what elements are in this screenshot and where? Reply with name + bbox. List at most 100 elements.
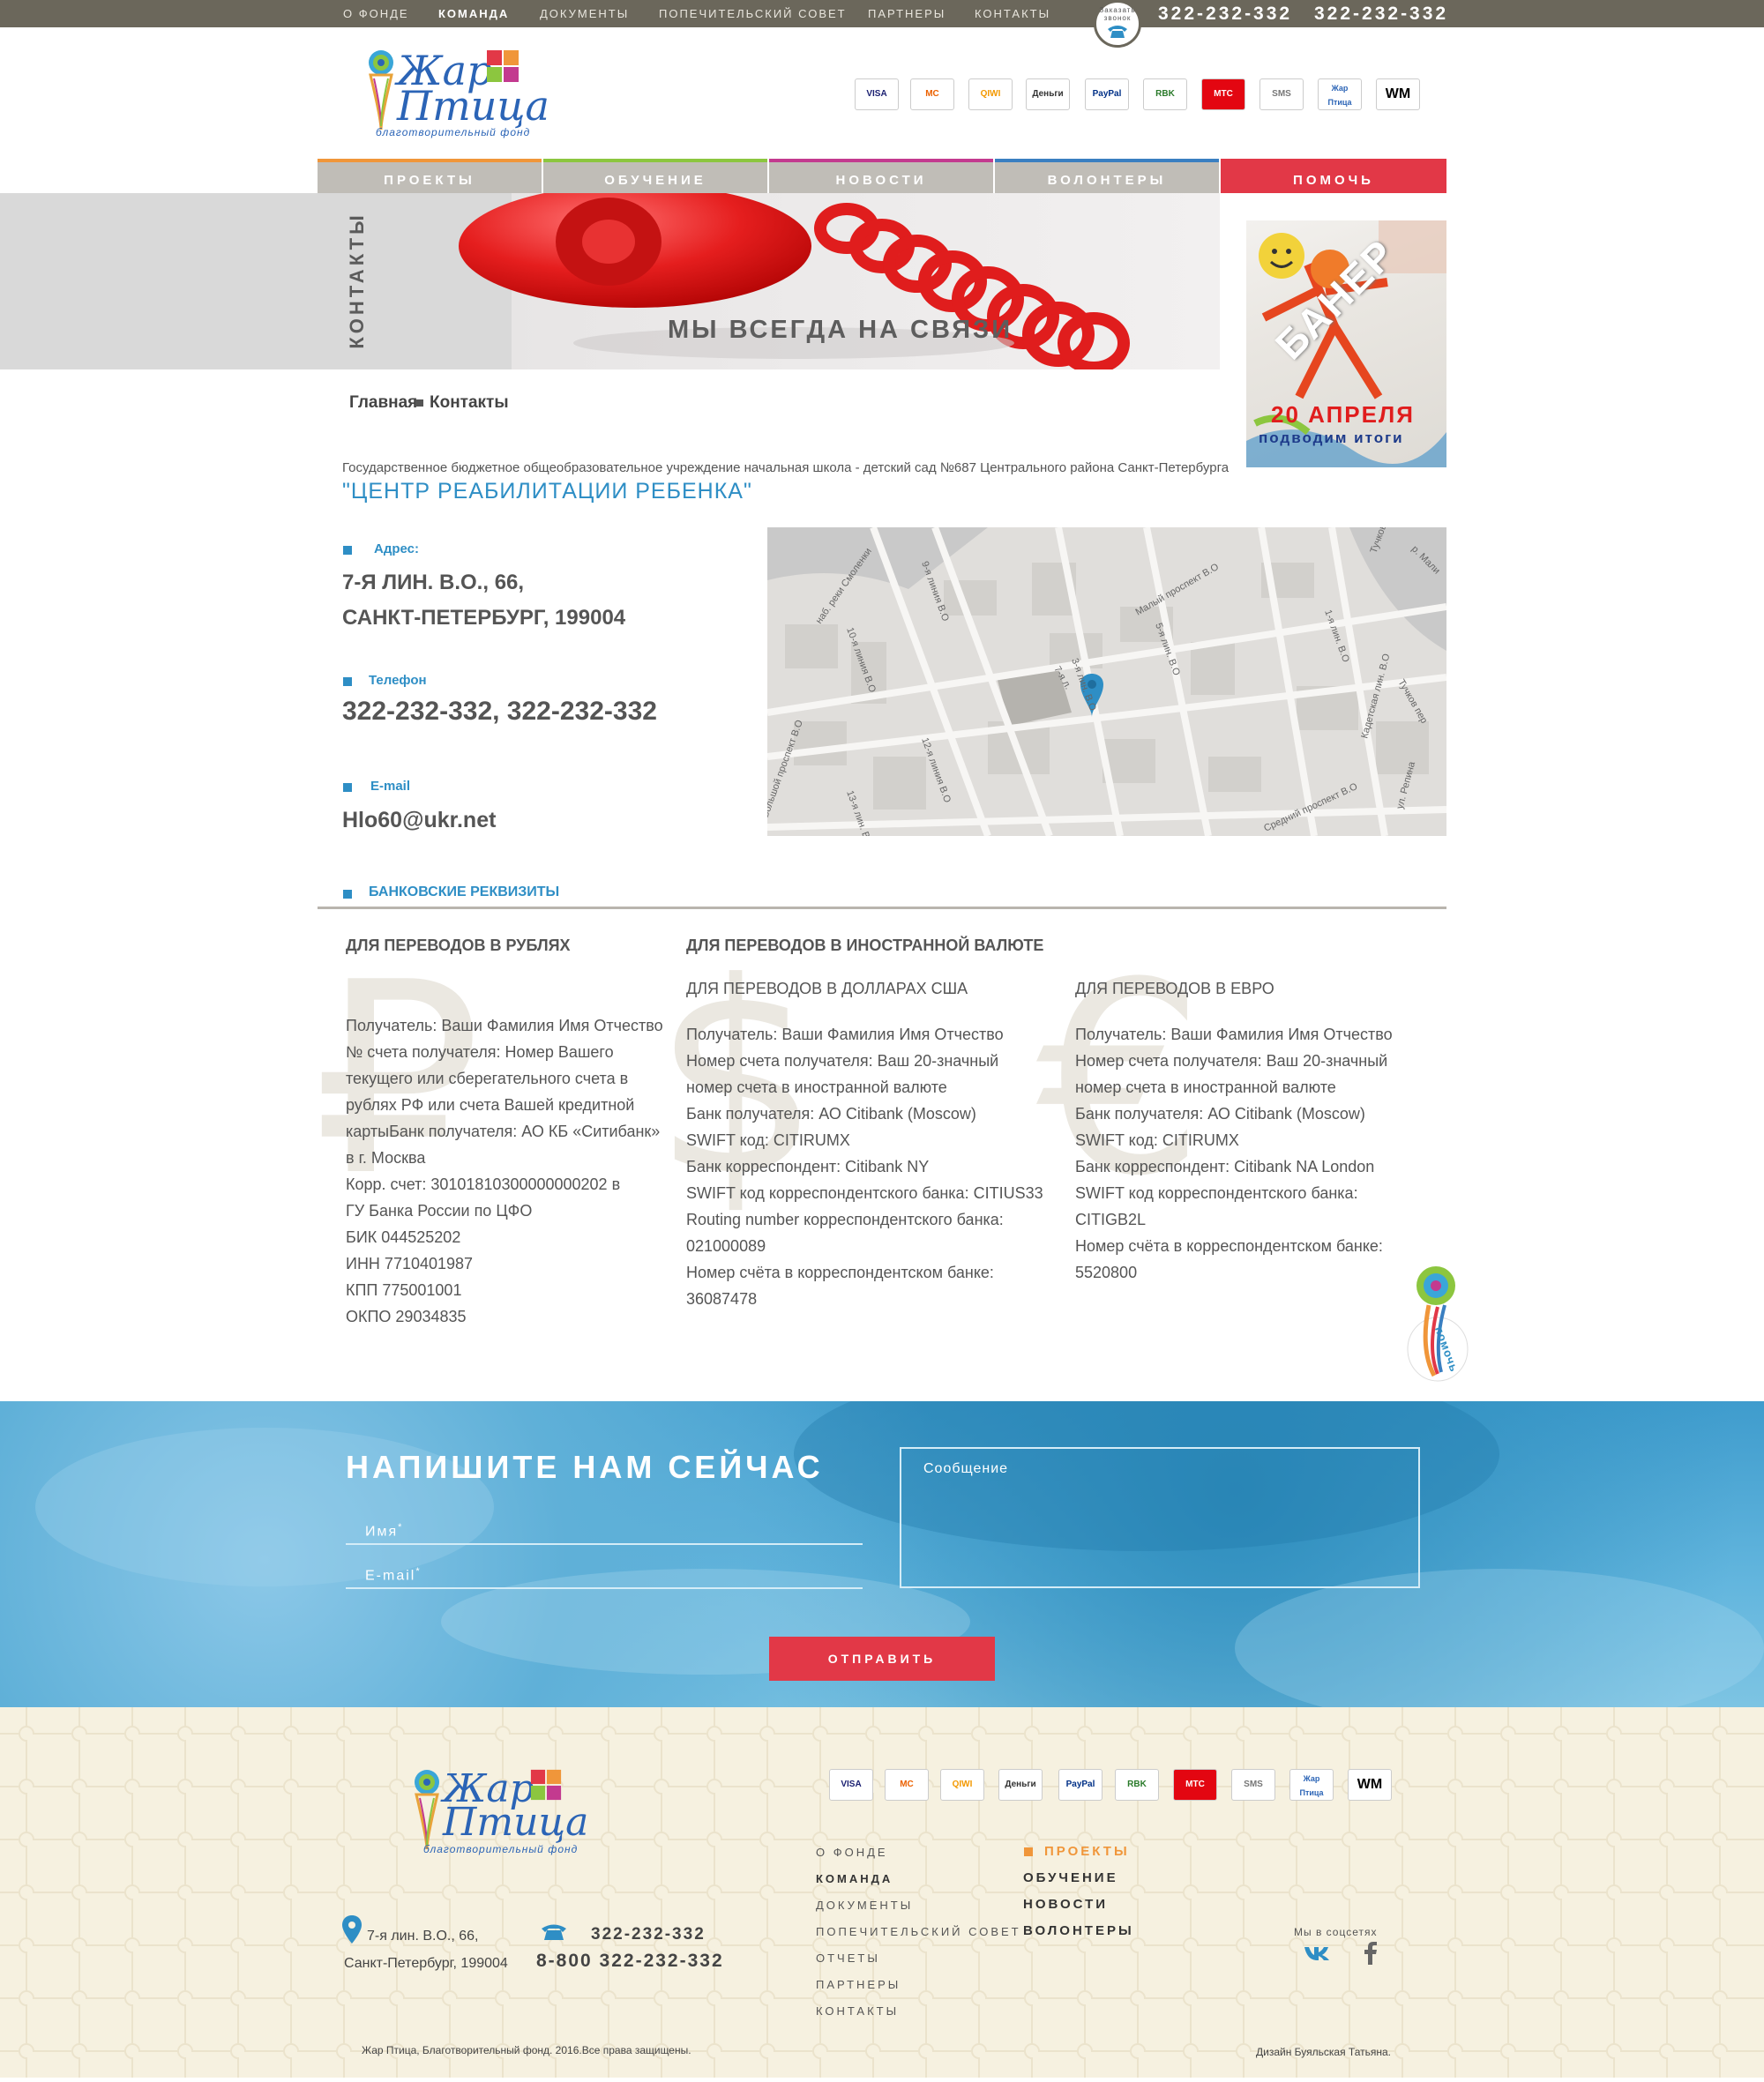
feather-icon [369, 50, 393, 130]
yandex-money-icon[interactable]: Деньги [1026, 78, 1070, 110]
footer-nav-projects[interactable]: ПРОЕКТЫ [1044, 1844, 1130, 1859]
message-field[interactable]: Сообщение [900, 1447, 1420, 1588]
map-pin-icon [342, 1915, 362, 1944]
mastercard-icon[interactable]: МС [885, 1769, 929, 1801]
top-nav-documents[interactable]: ДОКУМЕНТЫ [540, 7, 629, 20]
sms-icon[interactable]: SMS [1231, 1769, 1275, 1801]
red-phone-image [0, 193, 1220, 369]
map-streets: наб. реки Смоленки 9-я линия В.О Малый п… [767, 527, 1446, 836]
form-title: НАПИШИТЕ НАМ СЕЙЧАС [346, 1449, 824, 1485]
address-label: Адрес: [374, 541, 419, 556]
top-nav-contacts[interactable]: КОНТАКТЫ [975, 7, 1050, 20]
top-phone-1[interactable]: 322-232-332 [1158, 4, 1292, 25]
footer-logo[interactable]: Жар Птица благотворительный фонд [411, 1768, 589, 1856]
paypal-icon[interactable]: PayPal [1085, 78, 1129, 110]
feather-icon [415, 1770, 439, 1849]
footer-address-line1: 7-я лин. В.О., 66, [367, 1929, 479, 1944]
phone-icon [1108, 26, 1127, 38]
name-field[interactable]: Имя* [346, 1515, 863, 1545]
yandex-money-icon[interactable]: Деньги [998, 1769, 1043, 1801]
top-phone-2[interactable]: 322-232-332 [1314, 4, 1448, 25]
footer-nav-reports[interactable]: ОТЧЕТЫ [816, 1951, 880, 1965]
email-placeholder: E-mail [365, 1568, 416, 1583]
footer-nav-board[interactable]: ПОПЕЧИТЕЛЬСКИЙ СОВЕТ [816, 1925, 1021, 1938]
puzzle-pattern [0, 1707, 1764, 2078]
zhar-ptitsa-icon[interactable]: Жар Птица [1289, 1769, 1334, 1801]
zhar-ptitsa-icon[interactable]: Жар Птица [1318, 78, 1362, 110]
hero-side-title: КОНТАКТЫ [346, 212, 368, 349]
hero-banner [0, 193, 1220, 369]
eur-details: Получатель: Ваши Фамилия Имя Отчество Ном… [1075, 1026, 1393, 1281]
divider [318, 907, 1446, 909]
paypal-icon[interactable]: PayPal [1058, 1769, 1102, 1801]
logo-subtitle: благотворительный фонд [376, 126, 531, 138]
hero-caption: МЫ ВСЕГДА НА СВЯЗИ [668, 316, 1013, 344]
phone-value[interactable]: 322-232-332, 322-232-332 [342, 697, 657, 727]
main-nav-training[interactable]: ОБУЧЕНИЕ [543, 159, 767, 193]
help-badge[interactable]: помочь [1402, 1261, 1473, 1384]
copyright: Жар Птица, Благотворительный фонд. 2016.… [362, 2044, 691, 2056]
eur-title: ДЛЯ ПЕРЕВОДОВ В ЕВРО [1075, 980, 1274, 997]
qiwi-icon[interactable]: QIWI [940, 1769, 984, 1801]
top-nav-about[interactable]: О ФОНДЕ [343, 7, 409, 20]
social-label: Мы в соцсетях [1294, 1926, 1378, 1938]
logo[interactable]: Жар Птица благотворительный фонд [365, 49, 549, 138]
footer-phone-2[interactable]: 8-800 322-232-332 [536, 1951, 724, 1972]
design-credit: Дизайн Буяльская Татьяна. [1256, 2046, 1391, 2058]
bullet-square [343, 677, 352, 686]
main-nav-projects[interactable]: ПРОЕКТЫ [318, 159, 542, 193]
visa-icon[interactable]: VISA [855, 78, 899, 110]
rbk-money-icon[interactable]: RBK [1115, 1769, 1159, 1801]
phone-label: Телефон [369, 673, 427, 688]
banner-sub: подводим итоги [1259, 429, 1404, 446]
webmoney-icon[interactable]: WM [1376, 78, 1420, 110]
callback-label: Заказать звонок [1099, 6, 1136, 22]
foreign-title: ДЛЯ ПЕРЕВОДОВ В ИНОСТРАННОЙ ВАЛЮТЕ [686, 937, 1044, 954]
breadcrumb-home[interactable]: Главная [349, 393, 417, 413]
footer-nav-partners[interactable]: ПАРТНЕРЫ [816, 1978, 901, 1991]
footer-nav-team[interactable]: КОМАНДА [816, 1872, 893, 1885]
puzzle-icon [530, 1769, 562, 1801]
breadcrumb-current: Контакты [430, 393, 509, 412]
footer [0, 1707, 1764, 2078]
main-nav-help[interactable]: ПОМОЧЬ [1221, 159, 1446, 193]
footer-address-line2: Санкт-Петербург, 199004 [344, 1956, 508, 1971]
address-line2: САНКТ-ПЕТЕРБУРГ, 199004 [342, 606, 626, 630]
footer-nav-about[interactable]: О ФОНДЕ [816, 1846, 888, 1859]
rbk-money-icon[interactable]: RBK [1143, 78, 1187, 110]
footer-nav-training[interactable]: ОБУЧЕНИЕ [1023, 1870, 1118, 1885]
logo-line2: Птица [443, 1800, 589, 1845]
footer-phone-1[interactable]: 322-232-332 [591, 1925, 706, 1944]
webmoney-icon[interactable]: WM [1348, 1769, 1392, 1801]
callback-button[interactable]: Заказать звонок [1094, 0, 1141, 48]
phone-icon [542, 1924, 566, 1940]
logo-line2: Птица [397, 82, 549, 130]
rub-title: ДЛЯ ПЕРЕВОДОВ В РУБЛЯХ [346, 937, 571, 954]
map[interactable]: наб. реки Смоленки 9-я линия В.О Малый п… [767, 527, 1446, 836]
facebook-icon[interactable] [1364, 1942, 1378, 1965]
footer-nav-contacts[interactable]: КОНТАКТЫ [816, 2004, 899, 2018]
main-nav-volunteers[interactable]: ВОЛОНТЕРЫ [995, 159, 1219, 193]
email-value[interactable]: Hlo60@ukr.net [342, 808, 496, 833]
top-nav-board[interactable]: ПОПЕЧИТЕЛЬСКИЙ СОВЕТ [659, 7, 847, 20]
email-field[interactable]: E-mail* [346, 1559, 863, 1589]
message-placeholder: Сообщение [923, 1461, 1009, 1476]
mts-icon[interactable]: МТС [1173, 1769, 1217, 1801]
side-banner[interactable]: БАНЕР 20 АПРЕЛЯ подводим итоги [1246, 220, 1446, 467]
submit-button[interactable]: ОТПРАВИТЬ [769, 1637, 995, 1681]
mts-icon[interactable]: МТС [1201, 78, 1245, 110]
footer-nav-news[interactable]: НОВОСТИ [1023, 1897, 1108, 1912]
footer-nav-volunteers[interactable]: ВОЛОНТЕРЫ [1023, 1923, 1134, 1938]
footer-nav-documents[interactable]: ДОКУМЕНТЫ [816, 1899, 913, 1912]
mastercard-icon[interactable]: МС [910, 78, 954, 110]
vk-icon[interactable] [1304, 1945, 1330, 1961]
visa-icon[interactable]: VISA [829, 1769, 873, 1801]
bullet-square [343, 783, 352, 792]
help-feather-icon [1407, 1266, 1469, 1382]
top-nav-team[interactable]: КОМАНДА [438, 7, 509, 20]
top-nav-partners[interactable]: ПАРТНЕРЫ [868, 7, 946, 20]
email-label: E-mail [370, 779, 411, 794]
qiwi-icon[interactable]: QIWI [968, 78, 1013, 110]
sms-icon[interactable]: SMS [1259, 78, 1304, 110]
main-nav-news[interactable]: НОВОСТИ [769, 159, 993, 193]
